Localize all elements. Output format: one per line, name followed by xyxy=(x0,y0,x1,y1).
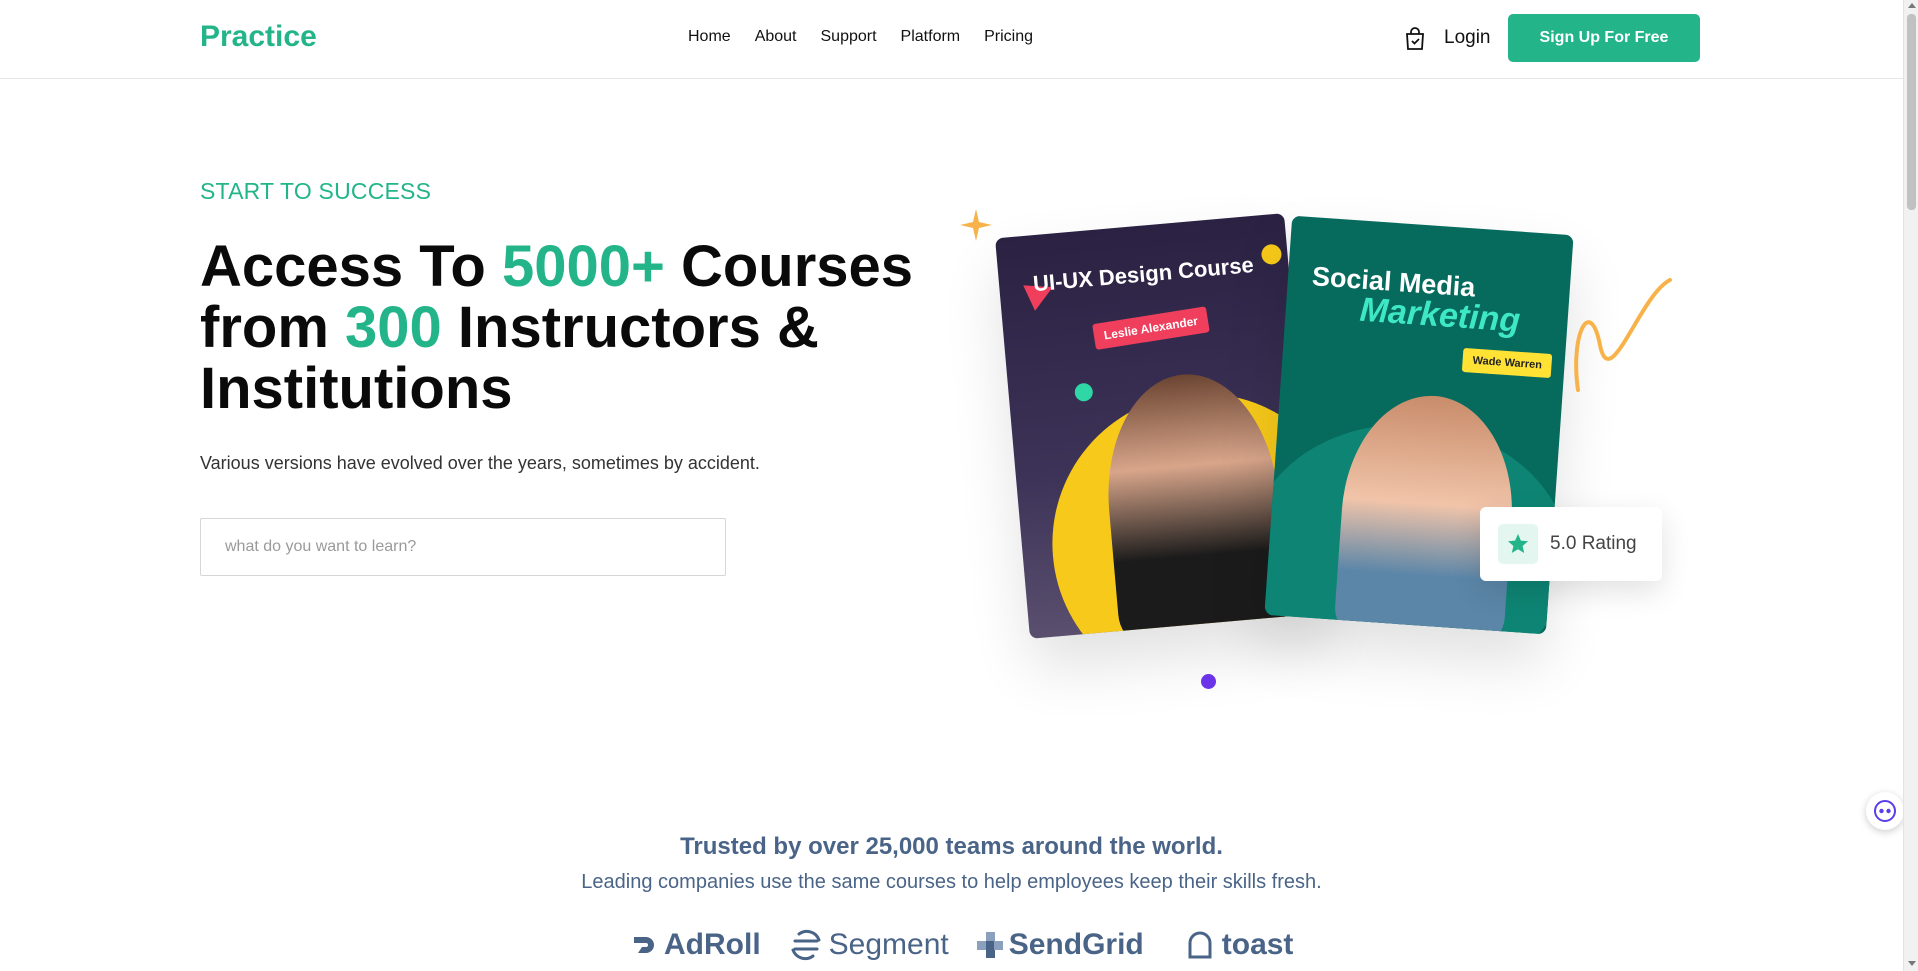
instructor-tag: Wade Warren xyxy=(1461,347,1553,379)
hero-headline: Access To 5000+ Courses from 300 Instruc… xyxy=(200,236,960,419)
headline-accent-courses: 5000+ xyxy=(501,234,665,299)
nav-platform[interactable]: Platform xyxy=(901,28,961,46)
rating-text: 5.0 Rating xyxy=(1550,533,1637,555)
shopping-bag-icon[interactable] xyxy=(1404,27,1426,51)
sendgrid-logo: SendGrid xyxy=(976,928,1144,962)
yellow-dot-decoration xyxy=(1260,243,1283,266)
squiggle-decoration xyxy=(1574,278,1672,392)
site-logo[interactable]: Practice xyxy=(200,20,317,54)
rating-label: Rating xyxy=(1581,533,1637,554)
star-icon-box xyxy=(1498,524,1538,564)
toast-logo: toast xyxy=(1184,928,1294,962)
nav-pricing[interactable]: Pricing xyxy=(984,28,1033,46)
site-header: Practice Home About Support Platform Pri… xyxy=(0,0,1903,79)
toast-mark-icon xyxy=(1188,931,1212,959)
instructor-tag: Leslie Alexander xyxy=(1092,306,1210,350)
hero-subtext: Various versions have evolved over the y… xyxy=(200,453,760,473)
sendgrid-mark-icon xyxy=(976,932,1003,958)
headline-accent-instructors: 300 xyxy=(345,295,442,360)
sendgrid-wordmark: SendGrid xyxy=(1008,928,1144,961)
trusted-subtitle: Leading companies use the same courses t… xyxy=(581,871,1322,893)
toast-wordmark: toast xyxy=(1221,928,1294,961)
star-icon xyxy=(1508,534,1528,553)
course-title: Social Media Marketing xyxy=(1309,261,1523,340)
green-dot-decoration xyxy=(1074,382,1094,403)
course-title-line2: Marketing xyxy=(1358,290,1522,340)
carousel-dot[interactable] xyxy=(1201,674,1216,689)
sparkle-icon xyxy=(960,209,992,241)
search-input[interactable] xyxy=(200,518,726,576)
scroll-up-arrow-icon[interactable] xyxy=(1908,3,1916,8)
trusted-title: Trusted by over 25,000 teams around the … xyxy=(680,833,1223,860)
chat-widget-button[interactable] xyxy=(1866,792,1904,830)
hero-eyebrow: START TO SUCCESS xyxy=(200,178,432,204)
course-title: UI-UX Design Course xyxy=(1032,252,1255,297)
segment-wordmark: Segment xyxy=(828,928,949,961)
company-logos: AdRoll Segment SendGrid toast xyxy=(630,928,1293,962)
nav-support[interactable]: Support xyxy=(821,28,877,46)
chat-bot-icon xyxy=(1874,800,1896,822)
rating-badge: 5.0 Rating xyxy=(1480,507,1662,581)
adroll-mark-icon xyxy=(634,937,654,953)
adroll-logo: AdRoll xyxy=(630,928,761,962)
adroll-wordmark: AdRoll xyxy=(664,928,761,961)
main-nav: Home About Support Platform Pricing xyxy=(688,28,1033,46)
segment-logo: Segment xyxy=(789,928,949,962)
login-link[interactable]: Login xyxy=(1444,27,1491,49)
signup-button[interactable]: Sign Up For Free xyxy=(1508,14,1700,62)
nav-about[interactable]: About xyxy=(755,28,797,46)
nav-home[interactable]: Home xyxy=(688,28,731,46)
scroll-thumb[interactable] xyxy=(1907,14,1916,210)
hero-illustration: UI-UX Design Course Leslie Alexander Soc… xyxy=(950,195,1690,695)
scroll-down-arrow-icon[interactable] xyxy=(1908,961,1916,966)
segment-mark-icon xyxy=(791,929,821,961)
page-scrollbar[interactable] xyxy=(1903,0,1918,971)
rating-value: 5.0 xyxy=(1550,533,1577,554)
headline-part1: Access To xyxy=(200,234,502,299)
